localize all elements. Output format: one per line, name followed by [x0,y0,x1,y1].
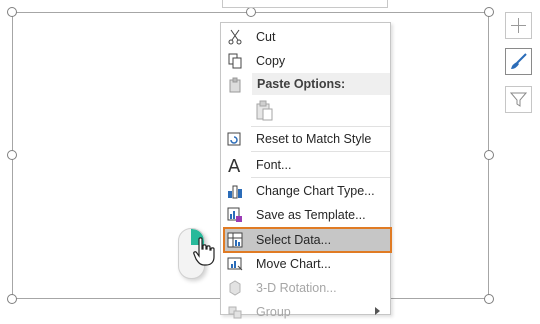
copy-icon [226,52,244,70]
menu-item-label: Change Chart Type... [256,184,375,198]
submenu-arrow-icon [375,307,380,315]
menu-item-label: Move Chart... [256,257,332,271]
save-template-icon [226,206,244,224]
resize-handle-bottom-right[interactable] [484,294,494,304]
menu-item-reset-to-match-style[interactable]: Reset to Match Style [221,127,390,151]
bar-chart-icon [226,182,244,200]
menu-item-label: Font... [256,158,292,172]
menu-item-copy[interactable]: Copy [221,49,390,73]
resize-handle-left[interactable] [7,150,17,160]
menu-item-label: Select Data... [256,233,332,247]
reset-style-icon [226,130,244,148]
brush-icon [511,53,527,69]
paste-options-label: Paste Options: [257,77,346,91]
menu-separator [251,177,390,178]
context-menu: Cut Copy Paste Options: Reset to Match S… [220,22,392,319]
menu-item-label: Group [256,305,291,319]
scissors-icon [226,28,244,46]
resize-handle-right[interactable] [484,150,494,160]
menu-item-group: Group [221,300,390,324]
move-chart-icon [226,255,244,273]
resize-handle-top-right[interactable] [484,7,494,17]
svg-text:A: A [228,156,241,174]
mini-toolbar [222,0,388,8]
menu-item-label: Save as Template... [256,208,366,222]
menu-item-change-chart-type[interactable]: Change Chart Type... [221,179,390,203]
table-chart-icon [226,231,244,249]
menu-item-cut[interactable]: Cut [221,25,390,49]
menu-item-label: Copy [256,54,286,68]
resize-handle-bottom-left[interactable] [7,294,17,304]
plus-icon [511,18,526,33]
paste-icon [226,76,244,94]
paste-options-header: Paste Options: [252,73,390,95]
menu-item-font[interactable]: A Font... [221,153,390,177]
menu-item-select-data[interactable]: Select Data... [221,228,390,252]
filter-icon [510,92,527,107]
chart-styles-button[interactable] [505,48,532,75]
menu-item-label: Reset to Match Style [256,132,372,146]
menu-item-label: 3-D Rotation... [256,281,337,295]
resize-handle-top-left[interactable] [7,7,17,17]
menu-separator [251,151,390,152]
menu-item-3d-rotation: 3-D Rotation... [221,276,390,300]
menu-item-label: Cut [256,30,276,44]
menu-item-move-chart[interactable]: Move Chart... [221,252,390,276]
hand-cursor-icon [193,237,215,266]
font-icon: A [226,156,244,174]
paste-clipboard-icon [256,100,273,121]
paste-option-keep-formatting[interactable] [254,100,276,122]
chart-filters-button[interactable] [505,86,532,113]
cube-icon [226,279,244,297]
menu-item-save-as-template[interactable]: Save as Template... [221,203,390,227]
group-icon [226,303,244,321]
resize-handle-top[interactable] [246,7,256,17]
chart-elements-button[interactable] [505,12,532,39]
